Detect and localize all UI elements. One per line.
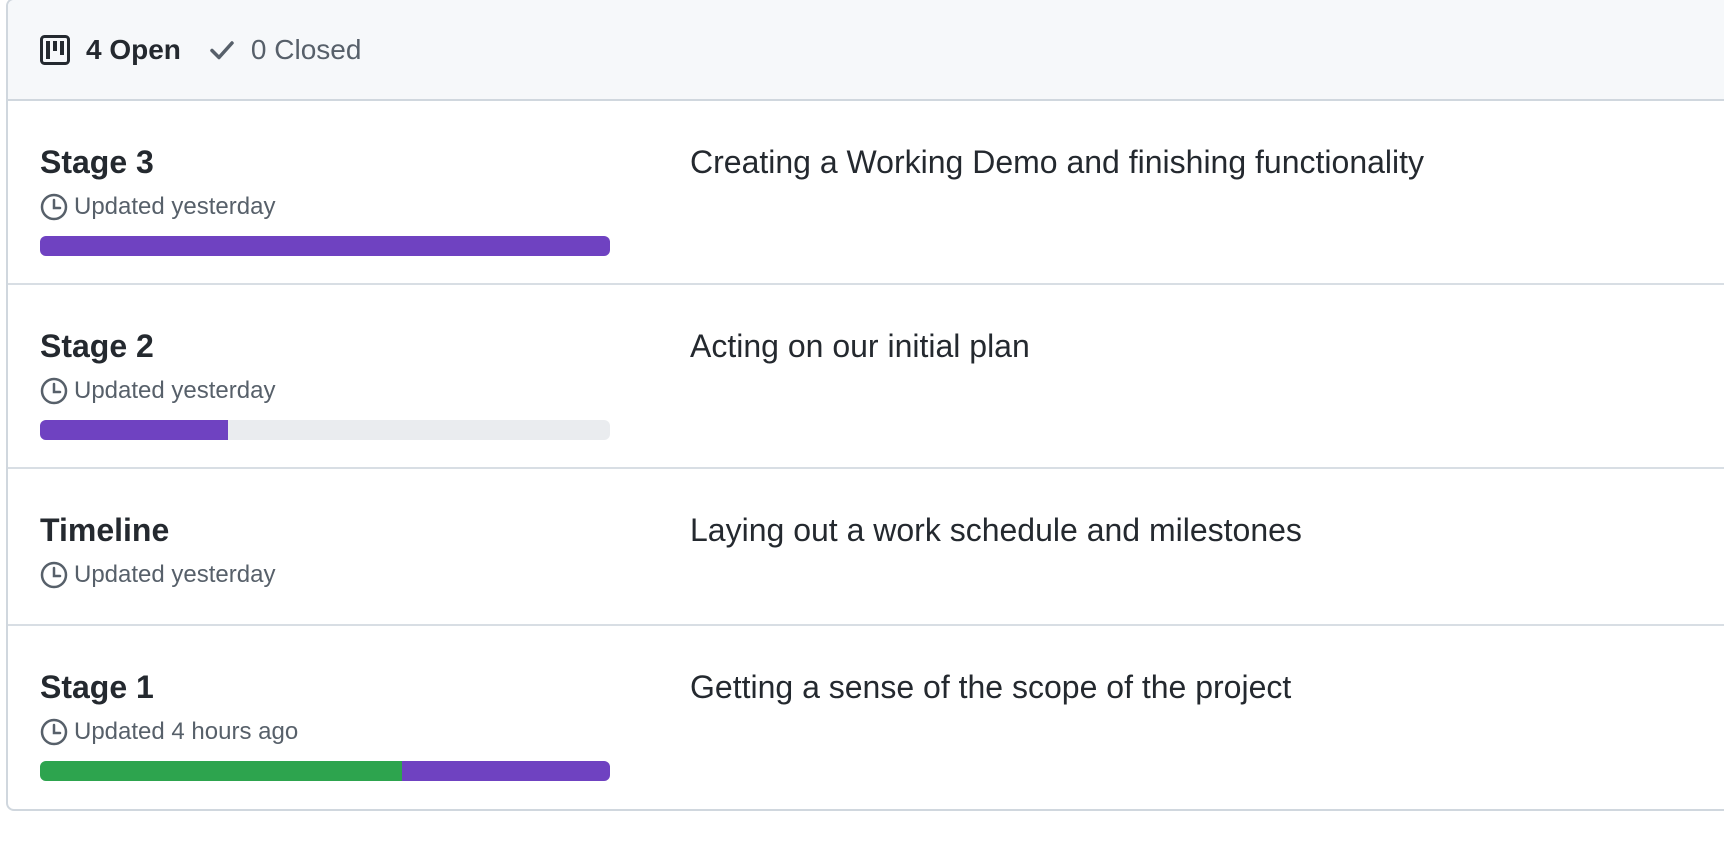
project-board-icon: [40, 34, 70, 65]
clock-icon: [40, 193, 68, 221]
milestone-description: Laying out a work schedule and milestone…: [690, 512, 1302, 548]
milestone-updated: Updated 4 hours ago: [40, 717, 298, 747]
clock-icon: [40, 561, 68, 589]
milestone-updated: Updated yesterday: [40, 376, 275, 406]
milestones-panel: 4 Open 0 Closed Stage 3 Updated yesterda…: [6, 0, 1724, 811]
milestone-title[interactable]: Timeline: [40, 511, 169, 549]
milestone-updated: Updated yesterday: [40, 560, 275, 590]
milestone-description: Creating a Working Demo and finishing fu…: [690, 144, 1425, 180]
milestone-title[interactable]: Stage 1: [40, 668, 154, 706]
milestone-updated: Updated yesterday: [40, 192, 275, 222]
closed-milestones-tab[interactable]: 0 Closed: [209, 30, 362, 70]
milestone-progress-bar: [40, 420, 610, 440]
milestone-updated-text: Updated 4 hours ago: [74, 718, 299, 745]
milestone-row: Stage 3 Updated yesterday Creating a Wor…: [8, 101, 1724, 285]
milestone-row: Timeline Updated yesterday Laying out a …: [8, 469, 1724, 626]
progress-in-progress-segment: [40, 420, 229, 440]
milestone-title[interactable]: Stage 3: [40, 143, 154, 181]
progress-in-progress-segment: [40, 236, 610, 256]
milestone-updated-text: Updated yesterday: [74, 377, 276, 404]
check-icon: [209, 37, 235, 63]
open-milestones-tab[interactable]: 4 Open: [40, 30, 181, 70]
closed-count-label: 0 Closed: [250, 33, 362, 65]
milestone-row: Stage 2 Updated yesterday Acting on our …: [8, 285, 1724, 469]
milestone-progress-bar: [40, 236, 610, 256]
clock-icon: [40, 377, 68, 405]
progress-completed-segment: [40, 761, 402, 781]
milestone-row: Stage 1 Updated 4 hours ago Getting a se…: [8, 626, 1724, 809]
milestones-header: 4 Open 0 Closed: [8, 0, 1724, 101]
milestone-updated-text: Updated yesterday: [74, 561, 276, 588]
milestone-title[interactable]: Stage 2: [40, 327, 154, 365]
clock-icon: [40, 718, 68, 746]
milestone-description: Getting a sense of the scope of the proj…: [690, 669, 1292, 705]
progress-in-progress-segment: [401, 761, 610, 781]
milestone-updated-text: Updated yesterday: [74, 193, 276, 220]
open-count-label: 4 Open: [86, 33, 181, 65]
milestone-description: Acting on our initial plan: [690, 328, 1030, 364]
milestone-progress-bar: [40, 761, 610, 781]
